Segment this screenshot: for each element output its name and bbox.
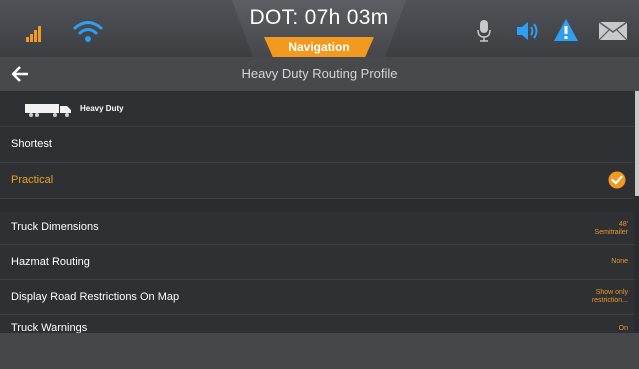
page-title: Heavy Duty Routing Profile bbox=[241, 66, 398, 81]
setting-truck-warnings[interactable]: Truck Warnings On bbox=[0, 315, 634, 333]
setting-label: Truck Dimensions bbox=[11, 221, 99, 233]
warning-icon[interactable] bbox=[553, 18, 579, 42]
setting-road-restrictions[interactable]: Display Road Restrictions On Map Show on… bbox=[0, 280, 634, 315]
speaker-icon[interactable] bbox=[515, 20, 541, 42]
setting-value-line: None bbox=[611, 258, 628, 265]
profile-row: Heavy Duty bbox=[0, 91, 634, 127]
setting-truck-dimensions[interactable]: Truck Dimensions 48' Semitrailer bbox=[0, 212, 634, 245]
checkmark-icon bbox=[608, 171, 626, 189]
title-bar: Heavy Duty Routing Profile bbox=[0, 57, 639, 91]
setting-value-line: Show only bbox=[595, 289, 628, 296]
route-option-label: Practical bbox=[11, 174, 54, 186]
setting-value-line: restriction... bbox=[591, 297, 628, 304]
route-option-practical[interactable]: Practical bbox=[0, 163, 634, 199]
navigation-tab[interactable]: Navigation bbox=[264, 37, 374, 57]
section-divider bbox=[0, 199, 634, 211]
route-option-shortest[interactable]: Shortest bbox=[0, 127, 634, 163]
mail-icon[interactable] bbox=[598, 21, 628, 41]
signal-bars-icon bbox=[26, 26, 41, 42]
setting-value: Show only restriction... bbox=[592, 289, 628, 305]
status-bar: DOT: 07h 03m Navigation bbox=[0, 0, 639, 57]
setting-value-line: Semitrailer bbox=[594, 229, 628, 236]
route-option-label: Shortest bbox=[11, 138, 52, 150]
truck-icon bbox=[25, 104, 71, 117]
wifi-icon bbox=[73, 21, 103, 42]
bottom-bar bbox=[0, 333, 639, 369]
setting-value-line: 48' bbox=[618, 221, 628, 228]
setting-hazmat-routing[interactable]: Hazmat Routing None bbox=[0, 245, 634, 280]
setting-value: On bbox=[619, 325, 628, 333]
setting-label: Truck Warnings bbox=[11, 322, 88, 333]
microphone-icon[interactable] bbox=[476, 18, 492, 44]
setting-value-line: On bbox=[618, 325, 628, 332]
setting-label: Hazmat Routing bbox=[11, 256, 90, 268]
dot-hours-label[interactable]: DOT: 07h 03m bbox=[232, 6, 406, 30]
scrollbar[interactable] bbox=[635, 91, 639, 196]
profile-label: Heavy Duty bbox=[80, 104, 124, 113]
setting-value: None bbox=[611, 258, 628, 266]
setting-value: 48' Semitrailer bbox=[595, 221, 628, 237]
setting-label: Display Road Restrictions On Map bbox=[11, 291, 180, 303]
